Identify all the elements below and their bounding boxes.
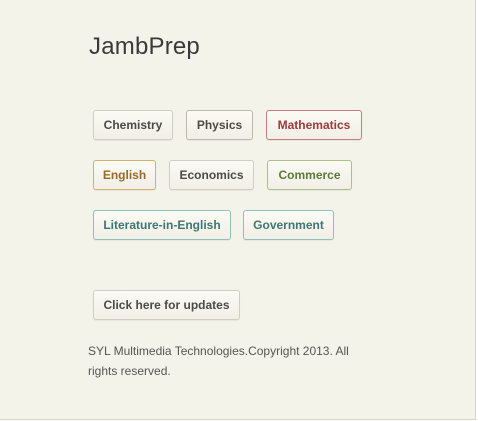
subject-button-government[interactable]: Government [243,210,334,240]
subject-button-english[interactable]: English [93,160,156,190]
app-title: JambPrep [89,33,200,60]
subject-button-literature-in-english[interactable]: Literature-in-English [93,210,231,240]
subject-button-commerce[interactable]: Commerce [267,160,352,190]
subject-button-economics[interactable]: Economics [169,160,254,190]
updates-button[interactable]: Click here for updates [93,290,240,320]
subject-button-chemistry[interactable]: Chemistry [93,110,173,140]
page: JambPrep Chemistry Physics Mathematics E… [0,0,476,420]
subject-button-mathematics[interactable]: Mathematics [266,110,362,140]
subject-button-physics[interactable]: Physics [186,110,253,140]
copyright-footer: SYL Multimedia Technologies.Copyright 20… [88,344,349,378]
